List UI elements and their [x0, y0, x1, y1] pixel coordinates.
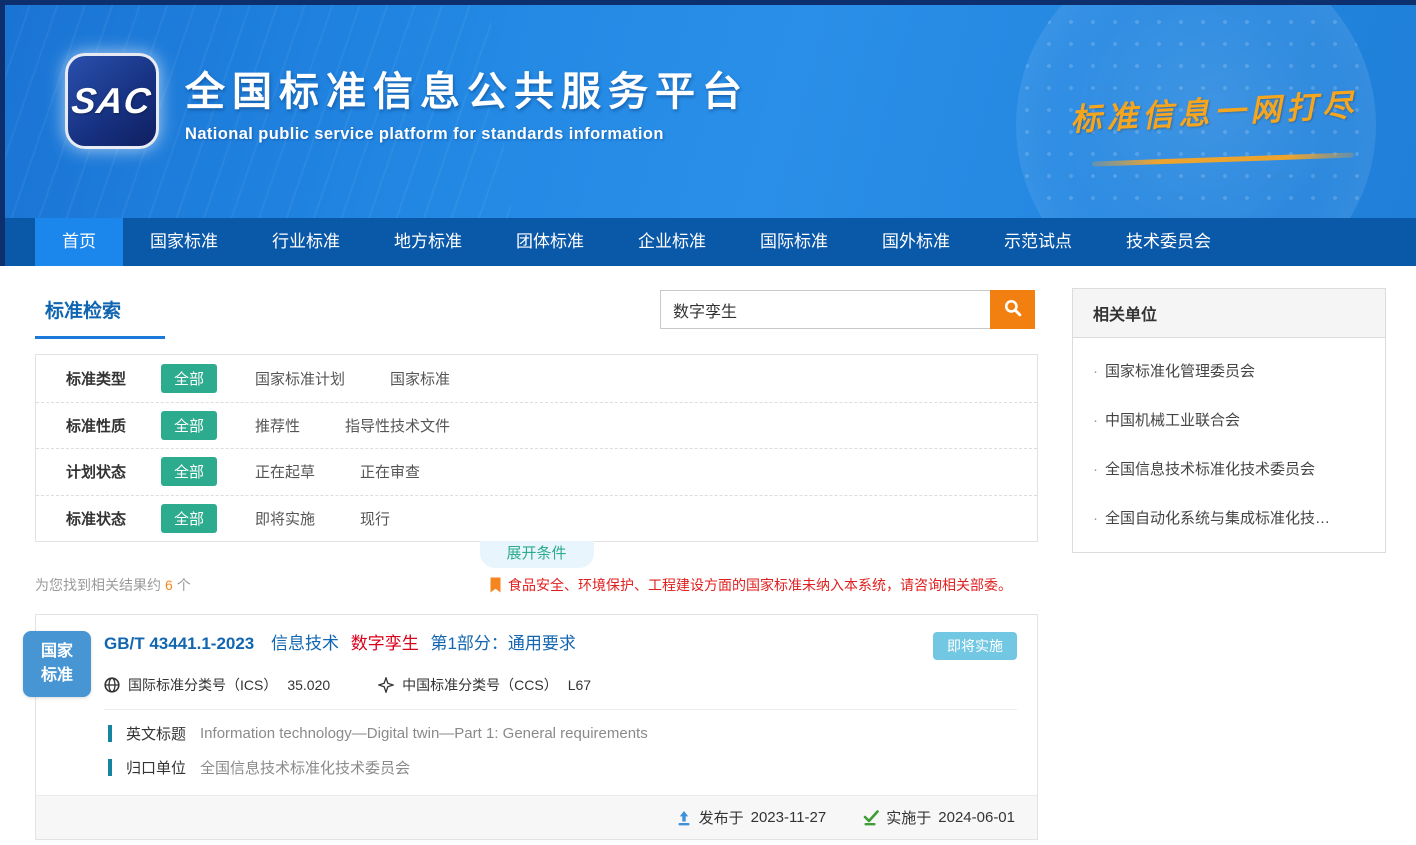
page: SAC 全国标准信息公共服务平台 National public service…: [0, 0, 1416, 845]
filter-option[interactable]: 推荐性: [255, 415, 300, 436]
teal-bar: [108, 759, 112, 776]
sidebar-item-label: 国家标准化管理委员会: [1105, 363, 1255, 380]
filter-row-plan-status: 计划状态 全部 正在起草 正在审查: [36, 448, 1037, 495]
filter-option[interactable]: 国家标准: [390, 368, 450, 389]
section-title-standard-search: 标准检索: [35, 288, 165, 339]
english-title-value: Information technology—Digital twin—Part…: [200, 725, 648, 742]
card-footer: 发布于 2023-11-27 实施于 2024-06-01: [36, 795, 1037, 839]
implement-label: 实施于: [886, 807, 931, 828]
bullet: ·: [1093, 363, 1098, 380]
implement-date: 2024-06-01: [938, 809, 1015, 826]
bullet: ·: [1093, 412, 1098, 429]
nav-tab-industry-standards[interactable]: 行业标准: [245, 218, 367, 266]
filter-option[interactable]: 现行: [360, 508, 390, 529]
results-count-suffix: 个: [177, 575, 191, 595]
related-units-panel: 相关单位 · 国家标准化管理委员会 · 中国机械工业联合会 · 全国信息技术标准化技术…: [1072, 288, 1386, 553]
title-part1[interactable]: 信息技术: [271, 634, 339, 653]
filter-row-standard-type: 标准类型 全部 国家标准计划 国家标准: [36, 355, 1037, 402]
filter-option[interactable]: 国家标准计划: [255, 368, 345, 389]
nav-tab-group-standards[interactable]: 团体标准: [489, 218, 611, 266]
dept-value: 全国信息技术标准化技术委员会: [200, 757, 410, 778]
search-button[interactable]: [990, 290, 1035, 329]
site-title-en: National public service platform for sta…: [185, 125, 749, 144]
ccs-value: L67: [568, 677, 591, 693]
search-box: [660, 290, 1035, 329]
sac-logo: SAC: [65, 53, 159, 149]
teal-bar: [108, 725, 112, 742]
ccs-label: 中国标准分类号（CCS）: [402, 675, 558, 695]
badge-line1: 国家: [41, 640, 73, 664]
filter-row-standard-status: 标准状态 全部 即将实施 现行: [36, 495, 1037, 542]
publish-label: 发布于: [699, 807, 744, 828]
filter-panel: 标准类型 全部 国家标准计划 国家标准 标准性质 全部 推荐性 指导性技术文件 …: [35, 354, 1038, 542]
ics-label: 国际标准分类号（ICS）: [128, 675, 277, 695]
nav-tab-enterprise-standards[interactable]: 企业标准: [611, 218, 733, 266]
results-notice-text: 食品安全、环境保护、工程建设方面的国家标准未纳入本系统，请咨询相关部委。: [508, 575, 1012, 595]
nav-tab-national-standards[interactable]: 国家标准: [123, 218, 245, 266]
bullet: ·: [1093, 461, 1098, 478]
filter-option[interactable]: 即将实施: [255, 508, 315, 529]
sidebar-item-label: 中国机械工业联合会: [1105, 412, 1240, 429]
publish-date-item: 发布于 2023-11-27: [676, 807, 827, 828]
nav-tab-international-standards[interactable]: 国际标准: [733, 218, 855, 266]
filter-all-badge[interactable]: 全部: [161, 504, 217, 533]
nav-tab-foreign-standards[interactable]: 国外标准: [855, 218, 977, 266]
filter-all-badge[interactable]: 全部: [161, 457, 217, 486]
filter-label: 标准状态: [66, 508, 161, 529]
upload-icon: [676, 810, 692, 826]
check-icon: [862, 810, 879, 826]
results-notice: 食品安全、环境保护、工程建设方面的国家标准未纳入本系统，请咨询相关部委。: [489, 575, 1012, 595]
search-input[interactable]: [660, 290, 990, 329]
filter-label: 标准类型: [66, 368, 161, 389]
nav-tab-local-standards[interactable]: 地方标准: [367, 218, 489, 266]
standard-title[interactable]: GB/T 43441.1-2023 信息技术 数字孪生 第1部分：通用要求: [104, 632, 913, 656]
filter-option[interactable]: 正在审查: [360, 461, 420, 482]
standard-code[interactable]: GB/T 43441.1-2023: [104, 634, 254, 653]
title-part2[interactable]: 第1部分：通用要求: [430, 634, 575, 653]
ics-meta: 国际标准分类号（ICS） 35.020: [104, 675, 330, 695]
sidebar-item-machinery-federation[interactable]: · 中国机械工业联合会: [1073, 395, 1385, 444]
publish-date: 2023-11-27: [751, 809, 827, 826]
english-title-label: 英文标题: [126, 723, 186, 744]
filter-all-badge[interactable]: 全部: [161, 411, 217, 440]
badge-line2: 标准: [41, 664, 73, 688]
national-standard-badge: 国家 标准: [23, 631, 91, 697]
sidebar-item-automation-committee[interactable]: · 全国自动化系统与集成标准化技…: [1073, 493, 1385, 542]
dept-row: 归口单位 全国信息技术标准化技术委员会: [36, 744, 1037, 778]
sidebar-item-label: 全国信息技术标准化技术委员会: [1105, 461, 1315, 478]
compass-icon: [378, 677, 394, 693]
results-count: 6: [165, 577, 173, 593]
implement-date-item: 实施于 2024-06-01: [862, 807, 1015, 828]
bullet: ·: [1093, 510, 1098, 527]
sidebar-item-it-standardization-committee[interactable]: · 全国信息技术标准化技术委员会: [1073, 444, 1385, 493]
sidebar-item-sac[interactable]: · 国家标准化管理委员会: [1073, 346, 1385, 395]
filter-option[interactable]: 指导性技术文件: [345, 415, 450, 436]
related-units-title: 相关单位: [1073, 289, 1385, 338]
dept-label: 归口单位: [126, 757, 186, 778]
ics-value: 35.020: [287, 677, 330, 693]
filter-label: 标准性质: [66, 415, 161, 436]
site-title-cn: 全国标准信息公共服务平台: [185, 59, 749, 117]
sidebar-item-label: 全国自动化系统与集成标准化技…: [1105, 510, 1330, 527]
title-highlight[interactable]: 数字孪生: [351, 634, 419, 653]
nav-tab-technical-committees[interactable]: 技术委员会: [1099, 218, 1238, 266]
expand-conditions-button[interactable]: 展开条件: [480, 541, 594, 568]
main-nav: 首页 国家标准 行业标准 地方标准 团体标准 企业标准 国际标准 国外标准 示范…: [0, 218, 1416, 266]
bookmark-icon: [489, 577, 502, 594]
ccs-meta: 中国标准分类号（CCS） L67: [378, 675, 591, 695]
results-count-prefix: 为您找到相关结果约: [35, 575, 161, 595]
filter-row-standard-nature: 标准性质 全部 推荐性 指导性技术文件: [36, 402, 1037, 449]
nav-tab-home[interactable]: 首页: [35, 218, 123, 266]
globe-icon: [104, 677, 120, 693]
english-title-row: 英文标题 Information technology—Digital twin…: [36, 710, 1037, 744]
hero-header: SAC 全国标准信息公共服务平台 National public service…: [0, 0, 1416, 218]
filter-all-badge[interactable]: 全部: [161, 364, 217, 393]
filter-option[interactable]: 正在起草: [255, 461, 315, 482]
search-icon: [1003, 298, 1023, 321]
filter-label: 计划状态: [66, 461, 161, 482]
result-card: 国家 标准 GB/T 43441.1-2023 信息技术 数字孪生 第1部分：通…: [35, 614, 1038, 840]
status-badge: 即将实施: [933, 632, 1017, 660]
sac-logo-text: SAC: [70, 80, 155, 122]
nav-tab-pilot-demo[interactable]: 示范试点: [977, 218, 1099, 266]
